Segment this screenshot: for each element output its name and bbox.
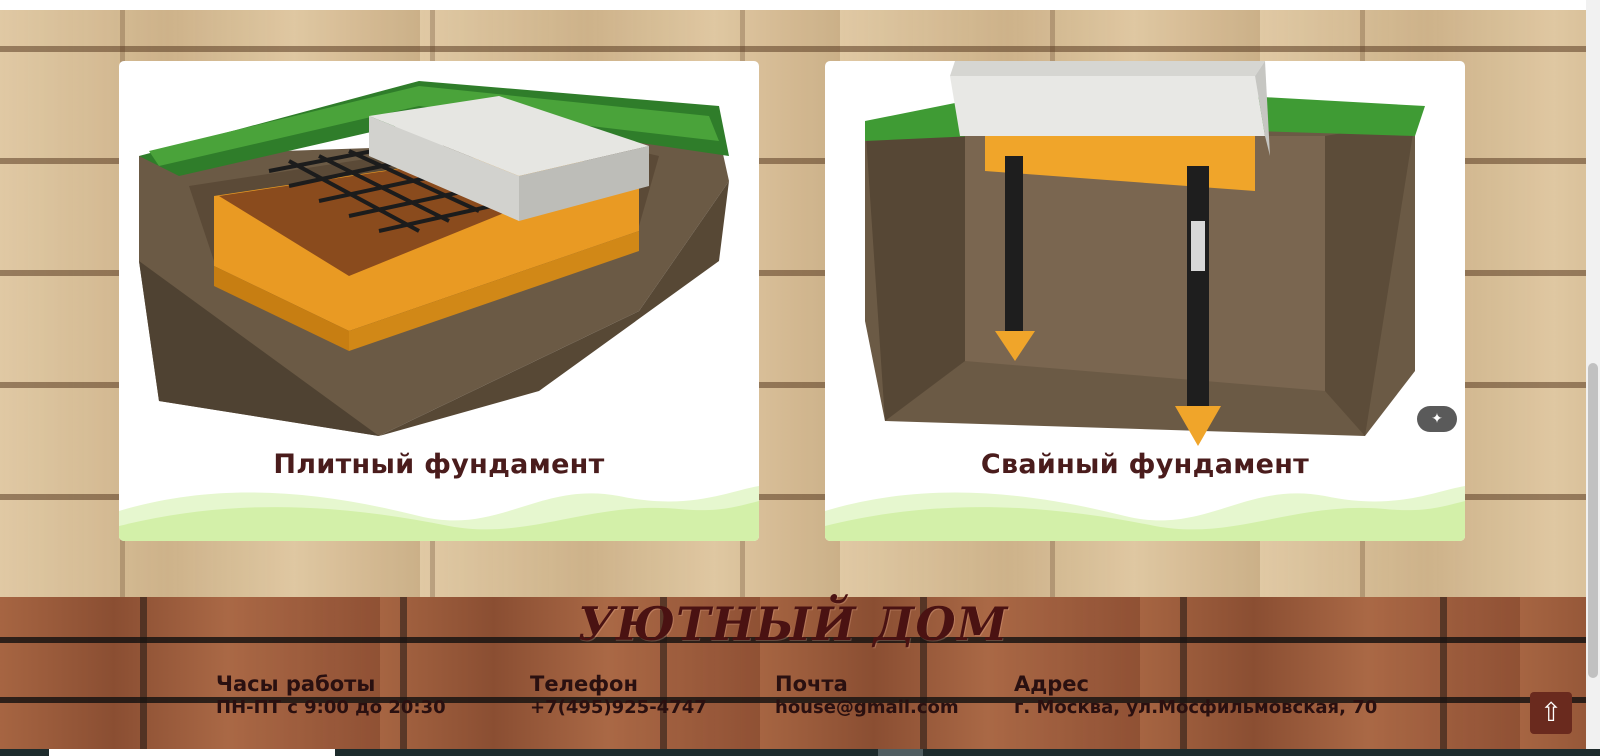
phone-contact: Телефон +7(495)925-4747 [530, 672, 707, 720]
working-hours: Часы работы ПН-ПТ с 9:00 до 20:30 [216, 672, 446, 720]
foundations-section: Плитный фундамент Свайный фундамент ✦ [0, 10, 1586, 597]
email-contact: Почта house@gmail.com [775, 672, 959, 720]
address-label: Адрес [1014, 672, 1089, 696]
email-label: Почта [775, 672, 848, 696]
previous-section-edge [0, 0, 1586, 10]
foundation-card-slab[interactable]: Плитный фундамент [119, 61, 759, 541]
pile-foundation-image [865, 61, 1425, 446]
magic-wand-icon[interactable]: ✦ [1417, 406, 1457, 432]
page-scrollbar[interactable] [1586, 0, 1600, 749]
card-title: Плитный фундамент [273, 449, 605, 480]
scrollbar-thumb[interactable] [1588, 363, 1598, 678]
brand-logo[interactable]: УЮТНЫЙ ДОМ [0, 597, 1586, 651]
slab-foundation-image [139, 81, 729, 436]
decorative-wave [119, 486, 759, 541]
arrow-up-icon: ⇧ [1540, 698, 1562, 728]
phone-label: Телефон [530, 672, 638, 696]
foundation-card-pile[interactable]: Свайный фундамент ✦ [825, 61, 1465, 541]
taskbar-search-box[interactable] [49, 749, 335, 756]
hours-value: ПН-ПТ с 9:00 до 20:30 [216, 697, 446, 718]
address-contact: Адрес г. Москва, ул.Мосфильмовская, 70 [1014, 672, 1377, 720]
hours-label: Часы работы [216, 672, 376, 696]
taskbar-app-button[interactable] [878, 749, 923, 756]
card-title: Свайный фундамент [980, 449, 1310, 480]
decorative-wave [825, 486, 1465, 541]
scroll-to-top-button[interactable]: ⇧ [1530, 692, 1572, 734]
site-footer: УЮТНЫЙ ДОМ Часы работы ПН-ПТ с 9:00 до 2… [0, 597, 1586, 749]
address-value: г. Москва, ул.Мосфильмовская, 70 [1014, 697, 1378, 718]
phone-link[interactable]: +7(495)925-4747 [530, 696, 707, 720]
email-link[interactable]: house@gmail.com [775, 696, 959, 720]
